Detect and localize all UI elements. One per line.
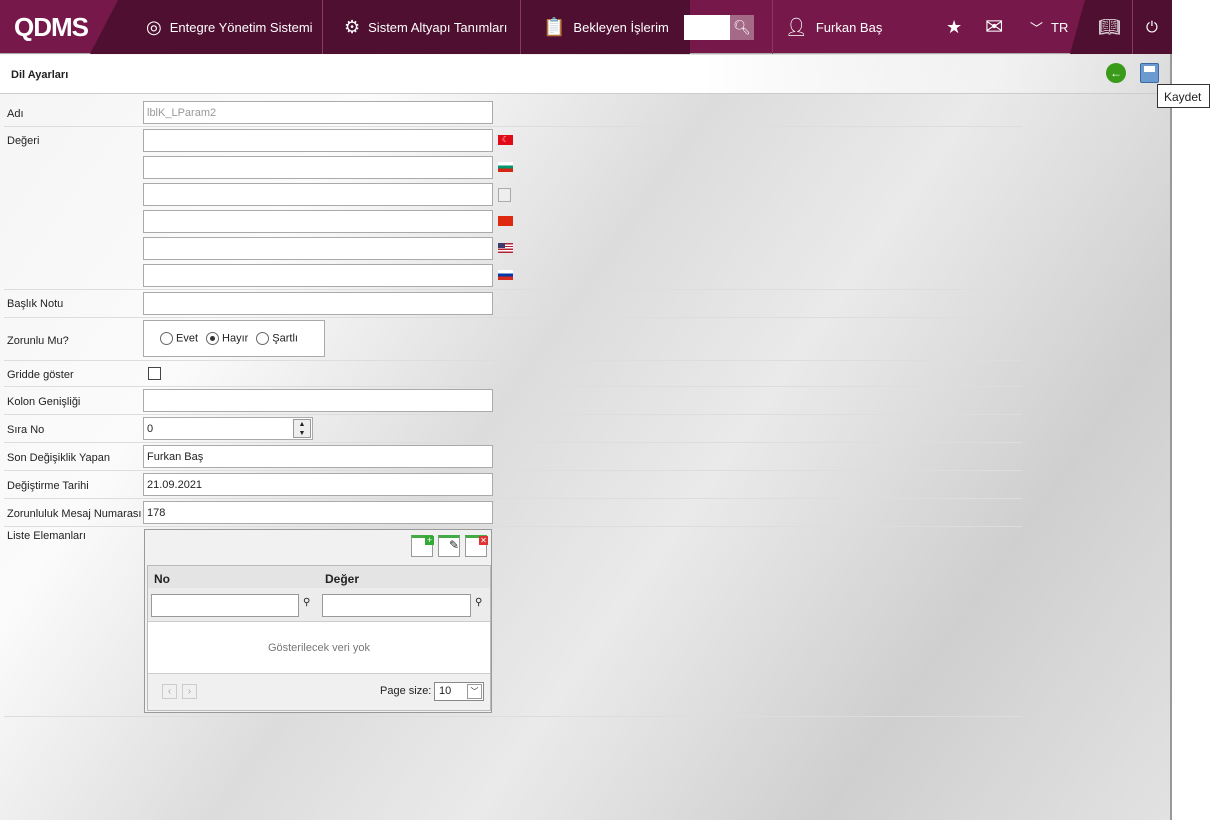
radio-sartli[interactable]: Şartlı <box>256 332 298 345</box>
next-page-button[interactable]: › <box>182 684 197 699</box>
user-name: Furkan Baş <box>815 19 883 35</box>
search-icon: 🔍︎ <box>733 19 751 35</box>
nav-bekleyen[interactable]: 📋 Bekleyen İşlerim <box>543 0 669 54</box>
help-button[interactable]: 📖︎ <box>1098 0 1121 54</box>
baslik-field[interactable] <box>143 292 493 315</box>
edit-row-icon[interactable]: ✎ <box>438 535 460 557</box>
nav-sistem[interactable]: ⚙ Sistem Altyapı Tanımları <box>344 0 507 54</box>
column-deger[interactable]: Değer <box>325 572 359 586</box>
chevron-down-icon: ﹀ <box>467 684 482 699</box>
add-row-icon[interactable]: + <box>411 535 434 557</box>
prev-page-button[interactable]: ‹ <box>162 684 177 699</box>
gear-icon: ⚙ <box>344 16 361 37</box>
star-icon: ★ <box>946 16 963 37</box>
flag-ru-icon <box>498 270 513 280</box>
radio-evet[interactable]: Evet <box>160 332 198 345</box>
search-input[interactable] <box>684 15 730 40</box>
nav-label: Bekleyen İşlerim <box>573 19 669 35</box>
list-grid: + ✎ ✕ No Değer ⚲ ⚲ Gösterilecek veri yok… <box>144 529 492 713</box>
tooltip: Kaydet <box>1157 84 1210 108</box>
flag-tr-icon: ☾ <box>498 135 513 145</box>
nav-label: Entegre Yönetim Sistemi <box>169 19 313 35</box>
power-icon: ⏻ <box>1146 18 1158 36</box>
lang-label: TR <box>1051 19 1069 35</box>
language-select[interactable]: ﹀ TR <box>1030 0 1068 54</box>
zorunlu-radio-group: Evet Hayır Şartlı <box>143 320 325 357</box>
label-degeri: Değeri <box>7 135 40 147</box>
page-title-bar: Dil Ayarları <box>0 55 1172 94</box>
logo[interactable]: QDMS <box>14 12 89 43</box>
label-adi: Adı <box>7 108 24 120</box>
nav-label: Sistem Altyapı Tanımları <box>368 19 508 35</box>
clipboard-icon: 📋 <box>543 16 566 37</box>
label-gridde: Gridde göster <box>7 369 74 381</box>
adi-field[interactable]: lblK_LParam2 <box>143 101 493 124</box>
mail-button[interactable]: ✉ <box>985 0 1003 54</box>
user-icon: 👤︎ <box>785 16 808 37</box>
radio-label: Hayır <box>222 332 249 345</box>
son-field[interactable]: Furkan Baş <box>143 445 493 468</box>
nav-entegre[interactable]: ◎ Entegre Yönetim Sistemi <box>146 0 313 54</box>
filter-icon[interactable]: ⚲ <box>303 597 310 608</box>
label-liste: Liste Elemanları <box>7 530 86 542</box>
empty-message: Gösterilecek veri yok <box>148 622 490 674</box>
page-size-label: Page size: <box>380 685 432 697</box>
broken-flag-icon <box>498 188 511 202</box>
sira-field[interactable]: 0 <box>143 417 313 440</box>
filter-no-input[interactable] <box>151 594 299 617</box>
value-us-field[interactable] <box>143 237 493 260</box>
top-header: QDMS ◎ Entegre Yönetim Sistemi ⚙ Sistem Al… <box>0 0 1172 54</box>
flag-bg-icon <box>498 162 513 172</box>
user-menu[interactable]: 👤︎ Furkan Baş <box>785 0 882 54</box>
q-icon: ◎ <box>146 16 162 37</box>
value-tr-field[interactable] <box>143 129 493 152</box>
column-no[interactable]: No <box>154 572 170 586</box>
radio-hayir[interactable]: Hayır <box>206 332 248 345</box>
radio-label: Evet <box>176 332 199 345</box>
delete-row-icon[interactable]: ✕ <box>465 535 488 557</box>
mesaj-field[interactable]: 178 <box>143 501 493 524</box>
label-sira: Sıra No <box>7 424 45 436</box>
app: QDMS ◎ Entegre Yönetim Sistemi ⚙ Sistem Al… <box>0 0 1210 820</box>
label-kolon: Kolon Genişliği <box>7 396 81 408</box>
label-mesaj: Zorunluluk Mesaj Numarası <box>7 508 142 520</box>
floppy-icon <box>1144 66 1155 72</box>
flag-cn-icon <box>498 216 513 226</box>
page-title: Dil Ayarları <box>11 69 69 81</box>
page-size-value: 10 <box>439 685 452 697</box>
favorites-button[interactable]: ★ <box>946 0 962 54</box>
value-ru-field[interactable] <box>143 264 493 287</box>
save-button[interactable] <box>1140 63 1159 83</box>
logout-button[interactable]: ⏻ <box>1146 0 1158 54</box>
tarih-field[interactable]: 21.09.2021 <box>143 473 493 496</box>
value-cn-field[interactable] <box>143 210 493 233</box>
value-bg-field[interactable] <box>143 156 493 179</box>
label-tarih: Değiştirme Tarihi <box>7 480 89 492</box>
label-baslik: Başlık Notu <box>7 298 64 310</box>
filter-icon[interactable]: ⚲ <box>475 597 482 608</box>
gridde-checkbox[interactable] <box>148 367 161 380</box>
label-son: Son Değişiklik Yapan <box>7 452 110 464</box>
kolon-field[interactable] <box>143 389 493 412</box>
search-button[interactable]: 🔍︎ <box>730 15 754 40</box>
sira-stepper[interactable]: ▲ ▼ <box>293 419 311 438</box>
chevron-down-icon: ﹀ <box>1030 20 1044 36</box>
label-zorunlu: Zorunlu Mu? <box>7 335 69 347</box>
value-lang3-field[interactable] <box>143 183 493 206</box>
back-button[interactable]: ← <box>1106 63 1126 83</box>
radio-label: Şartlı <box>272 332 298 345</box>
page-size-select[interactable]: 10 ﹀ <box>434 682 484 701</box>
book-icon: 📖︎ <box>1098 16 1121 37</box>
mail-icon: ✉ <box>985 14 1004 39</box>
arrow-left-icon: ← <box>1110 66 1122 80</box>
flag-us-icon <box>498 243 513 253</box>
filter-deger-input[interactable] <box>322 594 471 617</box>
